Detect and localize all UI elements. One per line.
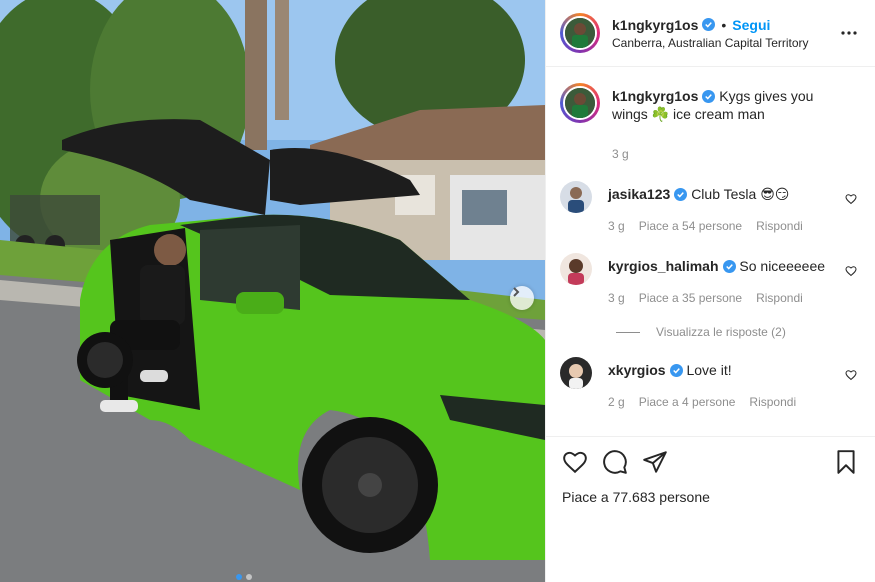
post-modal: k1ngkyrg1os • Segui Canberra, Australian… <box>0 0 875 582</box>
photo-scene <box>0 0 545 582</box>
comment-item: kyrgios_halimah So niceeeeee 3 g Piace a… <box>560 253 859 307</box>
verified-icon <box>674 188 688 201</box>
comment-avatar[interactable] <box>560 357 592 389</box>
comment-avatar[interactable] <box>560 181 592 213</box>
avatar-image <box>560 181 592 213</box>
verified-icon <box>669 364 683 377</box>
reply-button[interactable]: Rispondi <box>749 393 796 411</box>
author-avatar[interactable] <box>560 13 600 53</box>
chevron-right-icon <box>513 287 520 297</box>
carousel-dot <box>236 574 242 580</box>
comment-text: So niceeeeee <box>739 258 826 274</box>
comment-username[interactable]: xkyrgios <box>608 362 666 378</box>
comment-username[interactable]: jasika123 <box>608 186 670 202</box>
caption-username[interactable]: k1ngkyrg1os <box>612 88 698 104</box>
caption-avatar[interactable] <box>560 83 600 123</box>
comment-likes[interactable]: Piace a 54 persone <box>639 217 742 235</box>
comments-list: k1ngkyrg1os Kygs gives you wings ☘️ ice … <box>546 67 875 436</box>
carousel-dot <box>246 574 252 580</box>
post-header: k1ngkyrg1os • Segui Canberra, Australian… <box>546 0 875 67</box>
next-photo-button[interactable] <box>510 286 534 310</box>
comment-item: xkyrgios Love it! 2 g Piace a 4 persone … <box>560 357 859 411</box>
caption-time[interactable]: 3 g <box>612 145 852 163</box>
comment-time[interactable]: 2 g <box>608 393 625 411</box>
avatar-image <box>565 18 595 48</box>
comment-time[interactable]: 3 g <box>608 289 625 307</box>
likes-count[interactable]: Piace a 77.683 persone <box>562 489 859 505</box>
view-replies-button[interactable]: Visualizza le risposte (2) <box>616 325 859 339</box>
post-actions: Piace a 77.683 persone <box>546 436 875 582</box>
comment-likes[interactable]: Piace a 35 persone <box>639 289 742 307</box>
avatar-image <box>560 357 592 389</box>
author-username[interactable]: k1ngkyrg1os <box>612 17 698 33</box>
header-separator: • <box>721 16 727 33</box>
reply-button[interactable]: Rispondi <box>756 289 803 307</box>
replies-divider <box>616 331 640 333</box>
like-button[interactable] <box>562 449 588 475</box>
post-location[interactable]: Canberra, Australian Capital Territory <box>612 36 837 50</box>
comment-text: Club Tesla 😎😏 <box>691 186 790 202</box>
verified-icon <box>702 18 716 31</box>
heart-icon[interactable] <box>845 193 857 205</box>
carousel-dots <box>236 574 252 580</box>
comment-item: jasika123 Club Tesla 😎😏 3 g Piace a 54 p… <box>560 181 859 235</box>
comment-icon[interactable] <box>602 449 628 475</box>
follow-button[interactable]: Segui <box>732 17 770 33</box>
more-icon <box>841 31 857 35</box>
view-replies-label: Visualizza le risposte (2) <box>656 325 786 339</box>
comment-likes[interactable]: Piace a 4 persone <box>639 393 736 411</box>
heart-icon[interactable] <box>845 265 857 277</box>
share-icon[interactable] <box>642 449 668 475</box>
reply-button[interactable]: Rispondi <box>756 217 803 235</box>
verified-icon <box>722 260 736 273</box>
heart-icon[interactable] <box>845 369 857 381</box>
comment-username[interactable]: kyrgios_halimah <box>608 258 719 274</box>
comment-avatar[interactable] <box>560 253 592 285</box>
avatar-image <box>560 253 592 285</box>
comment-time[interactable]: 3 g <box>608 217 625 235</box>
avatar-image <box>565 88 595 118</box>
post-photo[interactable] <box>0 0 545 582</box>
more-options-button[interactable] <box>837 21 861 45</box>
post-side-panel: k1ngkyrg1os • Segui Canberra, Australian… <box>545 0 875 582</box>
comment-text: Love it! <box>686 362 732 378</box>
bookmark-icon[interactable] <box>833 449 859 475</box>
verified-icon <box>702 90 716 103</box>
post-caption: k1ngkyrg1os Kygs gives you wings ☘️ ice … <box>560 83 859 163</box>
